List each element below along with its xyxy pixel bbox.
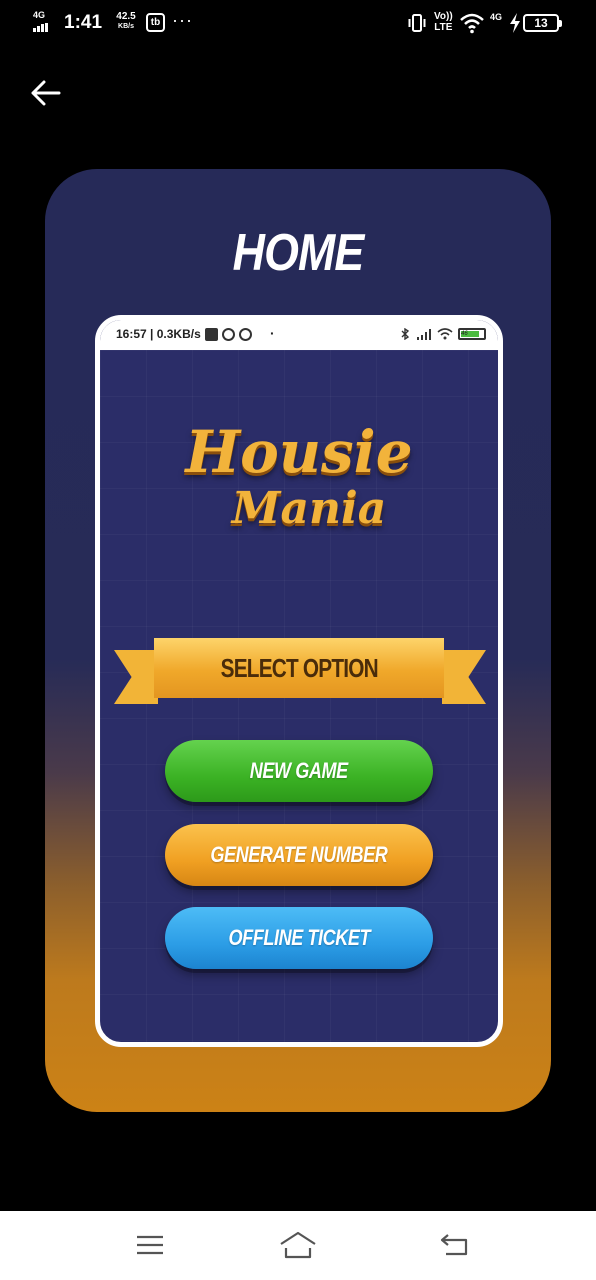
wifi-icon xyxy=(460,13,484,34)
signal-bars-icon xyxy=(33,23,48,32)
volte-label: Vo)) xyxy=(434,11,453,22)
bluetooth-icon xyxy=(401,328,410,340)
home-preview-card: HOME 16:57 | 0.3KB/s · 46 Housie Mania S… xyxy=(45,169,551,1112)
mockup-status-right: 46 xyxy=(399,328,486,340)
mockup-battery-level: 46 xyxy=(461,331,479,337)
status-time: 1:41 xyxy=(64,12,103,33)
signal-bars-icon xyxy=(417,329,431,340)
wifi-icon xyxy=(437,328,453,340)
mockup-notification-icons xyxy=(205,328,252,341)
mockup-battery: 46 xyxy=(458,328,486,340)
ribbon-label: SELECT OPTION xyxy=(220,652,378,683)
offline-ticket-label: OFFLINE TICKET xyxy=(228,925,370,950)
new-game-button[interactable]: NEW GAME xyxy=(165,740,433,802)
charging-icon xyxy=(510,13,520,33)
more-notifications-icon: ··· xyxy=(172,10,193,30)
menu-icon xyxy=(137,1235,163,1255)
app-circle-icon xyxy=(239,328,252,341)
ribbon-tail-left xyxy=(114,650,158,704)
status-bar: 4G 1:41 42.5 KB/s tb ··· Vo)) LTE 4G 13 xyxy=(0,0,596,46)
network-speed: 42.5 KB/s xyxy=(114,12,138,32)
back-icon xyxy=(440,1234,468,1256)
network-speed-value: 42.5 xyxy=(116,11,136,22)
home-button[interactable] xyxy=(276,1227,320,1263)
ribbon-body: SELECT OPTION xyxy=(154,638,444,698)
mockup-more-dot: · xyxy=(270,325,275,341)
app-notification-icon: tb xyxy=(146,13,165,32)
card-title: HOME xyxy=(232,224,365,282)
new-game-label: NEW GAME xyxy=(250,758,348,783)
ribbon-tail-right xyxy=(442,650,486,704)
network-type-label: 4G xyxy=(33,10,46,20)
vibrate-icon xyxy=(408,14,426,32)
select-option-banner: SELECT OPTION xyxy=(114,638,486,704)
home-icon xyxy=(280,1231,316,1259)
battery-indicator: 13 xyxy=(523,14,562,32)
menu-button[interactable] xyxy=(128,1227,172,1263)
logo-line-2: Mania xyxy=(231,483,387,534)
signal-indicator: 4G xyxy=(33,10,53,32)
volte-indicator: Vo)) LTE xyxy=(434,11,453,33)
navigation-bar xyxy=(0,1211,596,1280)
mockup-status-bar: 16:57 | 0.3KB/s · 46 xyxy=(100,320,498,350)
generate-number-label: GENERATE NUMBER xyxy=(210,842,388,867)
back-button[interactable] xyxy=(27,74,65,112)
network-speed-unit: KB/s xyxy=(118,23,134,30)
sigma-app-icon xyxy=(205,328,218,341)
offline-ticket-button[interactable]: OFFLINE TICKET xyxy=(165,907,433,969)
network-type-label-2: 4G xyxy=(490,12,503,22)
mockup-time: 16:57 | 0.3KB/s xyxy=(116,327,201,341)
phone-mockup: 16:57 | 0.3KB/s · 46 Housie Mania SELECT… xyxy=(95,315,503,1047)
housie-mania-logo: Housie Mania xyxy=(100,420,498,534)
logo-line-1: Housie xyxy=(185,418,413,486)
generate-number-button[interactable]: GENERATE NUMBER xyxy=(165,824,433,886)
back-nav-button[interactable] xyxy=(432,1227,476,1263)
lte-label: LTE xyxy=(434,22,453,33)
arrow-left-icon xyxy=(31,80,61,106)
app-circle-icon xyxy=(222,328,235,341)
